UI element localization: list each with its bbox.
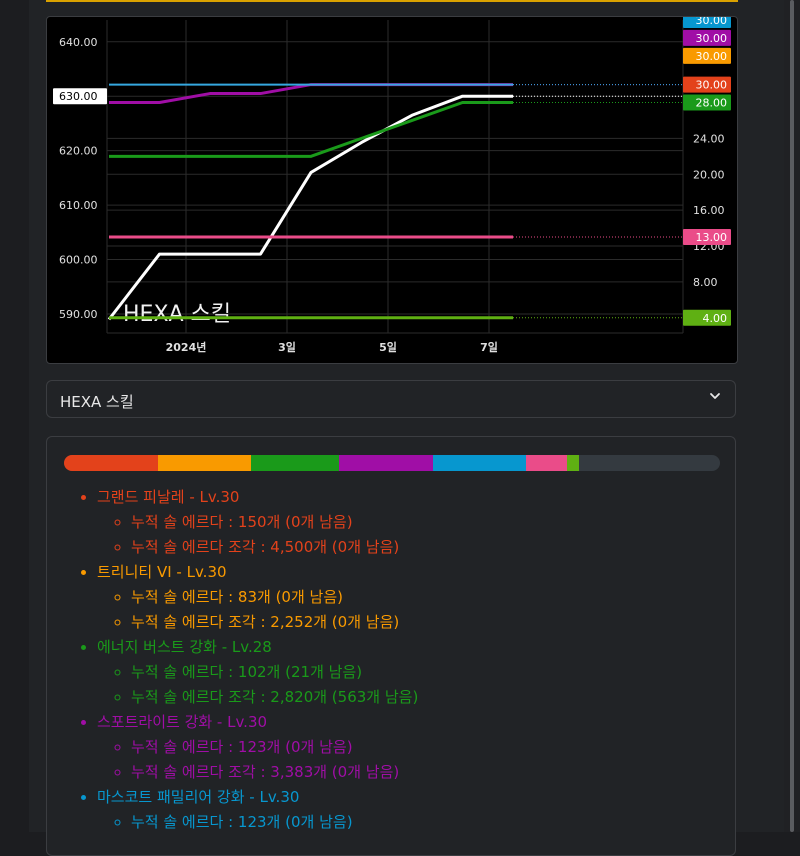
skill-name: 스포트라이트 강화 - Lv.30 <box>97 713 267 731</box>
skill-name: 그랜드 피날레 - Lv.30 <box>97 488 239 506</box>
skill-details: 누적 솔 에르다 : 102개 (21개 남음)누적 솔 에르다 조각 : 2,… <box>97 660 418 710</box>
skill-name: 에너지 버스트 강화 - Lv.28 <box>97 638 272 656</box>
skill-select[interactable]: HEXA 스킬 <box>46 380 736 418</box>
scrollbar-thumb[interactable] <box>790 0 794 832</box>
series-line <box>109 96 513 319</box>
skill-item: 트리니티 VI - Lv.30 누적 솔 에르다 : 83개 (0개 남음)누적 … <box>97 560 418 635</box>
value-badge-label: 30.00 <box>696 17 728 27</box>
progress-segment <box>339 455 433 471</box>
value-badge-label: 30.00 <box>696 32 728 45</box>
left-axis-tick-label: 610.00 <box>59 199 98 212</box>
skill-name: 트리니티 VI - Lv.30 <box>97 563 227 581</box>
right-axis-tick-label: 8.00 <box>693 276 718 289</box>
left-axis-tick-label: 600.00 <box>59 254 98 267</box>
skill-item: 에너지 버스트 강화 - Lv.28 누적 솔 에르다 : 102개 (21개 남… <box>97 635 418 710</box>
skill-list: 그랜드 피날레 - Lv.30누적 솔 에르다 : 150개 (0개 남음)누적… <box>47 485 418 835</box>
skill-select-value: HEXA 스킬 <box>60 391 134 412</box>
value-badge-label: 30.00 <box>696 79 728 92</box>
left-axis-tick-label: 640.00 <box>59 36 98 49</box>
progress-segment <box>526 455 567 471</box>
top-accent-bar <box>46 0 738 2</box>
x-axis-tick-label: 3일 <box>278 340 296 354</box>
skill-details: 누적 솔 에르다 : 150개 (0개 남음)누적 솔 에르다 조각 : 4,5… <box>97 510 418 560</box>
left-axis-tick-label: 590.00 <box>59 308 98 321</box>
chart-card: 640.00 630.00 620.00 610.00 600.00 590.00 24.0… <box>46 16 738 364</box>
right-axis-tick-label: 24.00 <box>693 132 725 145</box>
value-badge-label: 4.00 <box>703 312 728 325</box>
progress-segment <box>64 455 158 471</box>
x-axis-tick-label: 2024년 <box>166 340 207 354</box>
level-progress-bar <box>64 455 720 471</box>
skill-detail-item: 누적 솔 에르다 : 150개 (0개 남음) <box>131 510 418 535</box>
progress-segment <box>158 455 252 471</box>
series-2 <box>109 102 683 156</box>
skill-chart: 640.00 630.00 620.00 610.00 600.00 590.00 24.0… <box>47 17 737 363</box>
skill-details: 누적 솔 에르다 : 123개 (0개 남음)누적 솔 에르다 조각 : 3,3… <box>97 735 418 785</box>
right-axis-tick-label: 16.00 <box>693 204 725 217</box>
value-badge-label: 13.00 <box>696 231 728 244</box>
x-axis-tick-label: 7일 <box>480 340 498 354</box>
skill-details: 누적 솔 에르다 : 83개 (0개 남음)누적 솔 에르다 조각 : 2,25… <box>97 585 418 635</box>
skill-detail-item: 누적 솔 에르다 조각 : 2,820개 (563개 남음) <box>131 685 418 710</box>
skill-item: 마스코트 패밀리어 강화 - Lv.30 누적 솔 에르다 : 123개 (0개 … <box>97 785 418 835</box>
skill-detail-item: 누적 솔 에르다 : 83개 (0개 남음) <box>131 585 418 610</box>
progress-segment <box>251 455 338 471</box>
x-axis-tick-label: 5일 <box>379 340 397 354</box>
skill-detail-item: 누적 솔 에르다 : 123개 (0개 남음) <box>131 735 418 760</box>
progress-segment <box>567 455 579 471</box>
value-badge-label: 30.00 <box>696 50 728 63</box>
value-badge-label: 28.00 <box>696 97 728 110</box>
current-value-badge-label: 630.00 <box>59 90 98 103</box>
skill-details: 누적 솔 에르다 : 123개 (0개 남음) <box>97 810 418 835</box>
scrollbar[interactable] <box>784 0 800 832</box>
right-axis-tick-label: 20.00 <box>693 168 725 181</box>
progress-segment <box>433 455 527 471</box>
skill-detail-item: 누적 솔 에르다 : 102개 (21개 남음) <box>131 660 418 685</box>
series-line <box>109 103 513 157</box>
skill-detail-item: 누적 솔 에르다 조각 : 3,383개 (0개 남음) <box>131 760 418 785</box>
chart-grid <box>107 20 683 333</box>
skill-item: 그랜드 피날레 - Lv.30 누적 솔 에르다 : 150개 (0개 남음)누적… <box>97 485 418 560</box>
chart-annotation: HEXA 스킬 <box>123 302 231 327</box>
left-axis-tick-label: 620.00 <box>59 145 98 158</box>
skill-detail-item: 누적 솔 에르다 조각 : 2,252개 (0개 남음) <box>131 610 418 635</box>
skill-summary-card: 그랜드 피날레 - Lv.30누적 솔 에르다 : 150개 (0개 남음)누적… <box>46 436 736 856</box>
skill-name: 마스코트 패밀리어 강화 - Lv.30 <box>97 788 299 806</box>
series-1 <box>109 84 683 102</box>
skill-detail-item: 누적 솔 에르다 조각 : 4,500개 (0개 남음) <box>131 535 418 560</box>
skill-detail-item: 누적 솔 에르다 : 123개 (0개 남음) <box>131 810 418 835</box>
chevron-down-icon <box>709 390 721 406</box>
series-0 <box>109 96 683 319</box>
skill-item: 스포트라이트 강화 - Lv.30 누적 솔 에르다 : 123개 (0개 남음)… <box>97 710 418 785</box>
